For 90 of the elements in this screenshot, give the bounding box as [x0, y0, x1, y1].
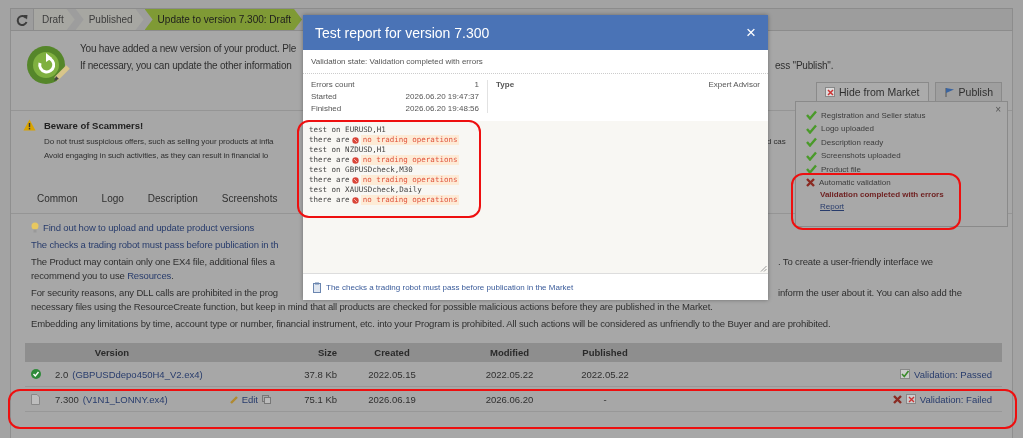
date-cell-text: 2022.05.15	[367, 368, 417, 380]
error-message: Validation completed with errors	[820, 189, 945, 199]
error-dot-icon	[351, 156, 359, 164]
text-fragment: recommend you to use Resources.	[31, 270, 174, 281]
version-number: 2.0	[55, 368, 69, 380]
warning-icon	[23, 119, 36, 131]
text-fragment: For security reasons, any DLL calls are prohibited in the prog	[31, 287, 279, 298]
document-icon	[31, 393, 40, 405]
error-dot-icon	[351, 136, 359, 144]
date-cell-text: 2026.06.20	[484, 393, 535, 405]
date-cell-text: 2022.05.22	[580, 368, 630, 380]
checklist-item: Description ready	[821, 137, 884, 147]
text-fragment: You have added a new version of your product. Ple	[80, 43, 297, 54]
refresh-icon	[16, 13, 28, 26]
error-dot-icon	[351, 196, 359, 204]
publish-button[interactable]: Publish	[934, 82, 1002, 102]
date-cell-text: 2026.06.19	[367, 393, 417, 405]
version-number: 7.300	[55, 393, 79, 405]
stat-value: 2026.06.20 19:47:37	[405, 92, 479, 101]
date-cell-text: -	[602, 393, 608, 405]
close-button[interactable]: ×	[746, 22, 756, 43]
text-fragment: necessary files using the ResourceCreate function, but keep in mind that all products are checked for possible malicious actions before they are published in the Market.	[31, 301, 713, 312]
cross-icon	[892, 394, 902, 404]
check-icon	[806, 164, 817, 174]
cross-box-icon	[905, 394, 916, 404]
checks-link[interactable]: The checks a trading robot must pass before publication in the Market	[326, 282, 574, 292]
file-link[interactable]: (GBPUSDdepo450H4_V2.ex4)	[72, 368, 203, 380]
file-link[interactable]: (V1N1_LONNY.ex4)	[82, 393, 168, 405]
text-fragment: If necessary, you can update the other information	[80, 60, 293, 71]
type-label: Type	[496, 80, 515, 89]
stat-label: Started	[311, 92, 337, 101]
copy-icon	[262, 394, 271, 404]
checklist-item: Automatic validation	[819, 177, 891, 187]
clipboard-icon	[313, 281, 321, 293]
resize-grip-icon	[760, 265, 767, 272]
text-fragment: . To create a user-friendly interface we	[778, 256, 933, 267]
column-header: Version	[93, 347, 131, 358]
check-circle-icon	[31, 369, 41, 379]
help-link[interactable]: Find out how to upload and update product versions	[43, 222, 255, 233]
warning-title: Beware of Scammers!	[44, 119, 144, 131]
pencil-icon	[229, 394, 239, 404]
checkbox-icon	[900, 369, 910, 379]
type-value: Expert Advisor	[708, 80, 760, 89]
cross-icon	[806, 177, 815, 187]
dialog-title: Test report for version 7.300	[315, 24, 490, 41]
checklist-item: Registration and Seller status	[821, 110, 926, 120]
check-icon	[806, 110, 817, 120]
date-cell-text: 2022.05.22	[484, 368, 535, 380]
checklist-item: Logo uploaded	[821, 124, 874, 133]
column-header: Created	[373, 347, 411, 358]
size-cell-text: 75.1 Kb	[303, 393, 337, 405]
checklist-item: Screenshots uploaded	[821, 151, 901, 160]
validation-status: Validation: Passed	[914, 368, 992, 380]
close-button[interactable]: ×	[995, 104, 1001, 115]
edit-link[interactable]: Edit	[229, 393, 258, 405]
tab[interactable]: Description	[135, 192, 210, 204]
tab[interactable]: Logo	[89, 192, 136, 204]
text-fragment: Embedding any limitations by time, account type or number, financial instrument, etc. into your Program is prohibited. All such actions will be considered as unfriendly to the Buyer and are prohibited.	[31, 318, 831, 329]
column-header: Size	[317, 347, 337, 358]
text-fragment: Avoid engaging in such activities, as they can result in financial lo	[44, 151, 269, 160]
check-icon	[806, 150, 817, 161]
column-header: Published	[581, 347, 629, 358]
checklist-item: Product file	[821, 164, 862, 174]
text-fragment: inform the user about it. You can also add the	[778, 287, 962, 298]
size-cell-text: 37.8 Kb	[303, 368, 337, 380]
breadcrumb-step[interactable]: Draft	[34, 9, 75, 30]
stat-value: 1	[474, 80, 479, 89]
error-dot-icon	[351, 176, 359, 184]
checks-link[interactable]: The checks a trading robot must pass before publication in th	[31, 239, 279, 250]
bulb-icon	[31, 222, 39, 233]
hide-button[interactable]: Hide from Market	[816, 82, 929, 102]
check-icon	[806, 137, 817, 147]
stat-label: Finished	[311, 104, 342, 113]
stat-value: 2026.06.20 19:48:56	[405, 104, 479, 113]
cross-box-icon	[825, 87, 835, 97]
check-icon	[806, 123, 817, 134]
text-fragment: ess "Publish".	[775, 60, 834, 71]
text-fragment: The Product may contain only one EX4 file, additional files a	[31, 256, 276, 267]
validation-status: Validation: Failed	[919, 393, 992, 405]
breadcrumb-step[interactable]: Published	[75, 9, 144, 30]
stat-label: Errors count	[311, 80, 355, 89]
breadcrumb-step[interactable]: Update to version 7.300: Draft	[144, 9, 302, 30]
validation-state: Validation state: Validation completed with errors	[303, 50, 768, 74]
flag-icon	[943, 86, 955, 98]
report-link[interactable]: Report	[820, 201, 844, 211]
text-fragment: Do not trust suspicious offers, such as selling your products at infla	[44, 137, 275, 146]
tab[interactable]: Screenshots	[209, 192, 290, 204]
update-icon	[26, 43, 70, 87]
column-header: Modified	[488, 347, 531, 358]
tab[interactable]: Common	[25, 192, 90, 204]
